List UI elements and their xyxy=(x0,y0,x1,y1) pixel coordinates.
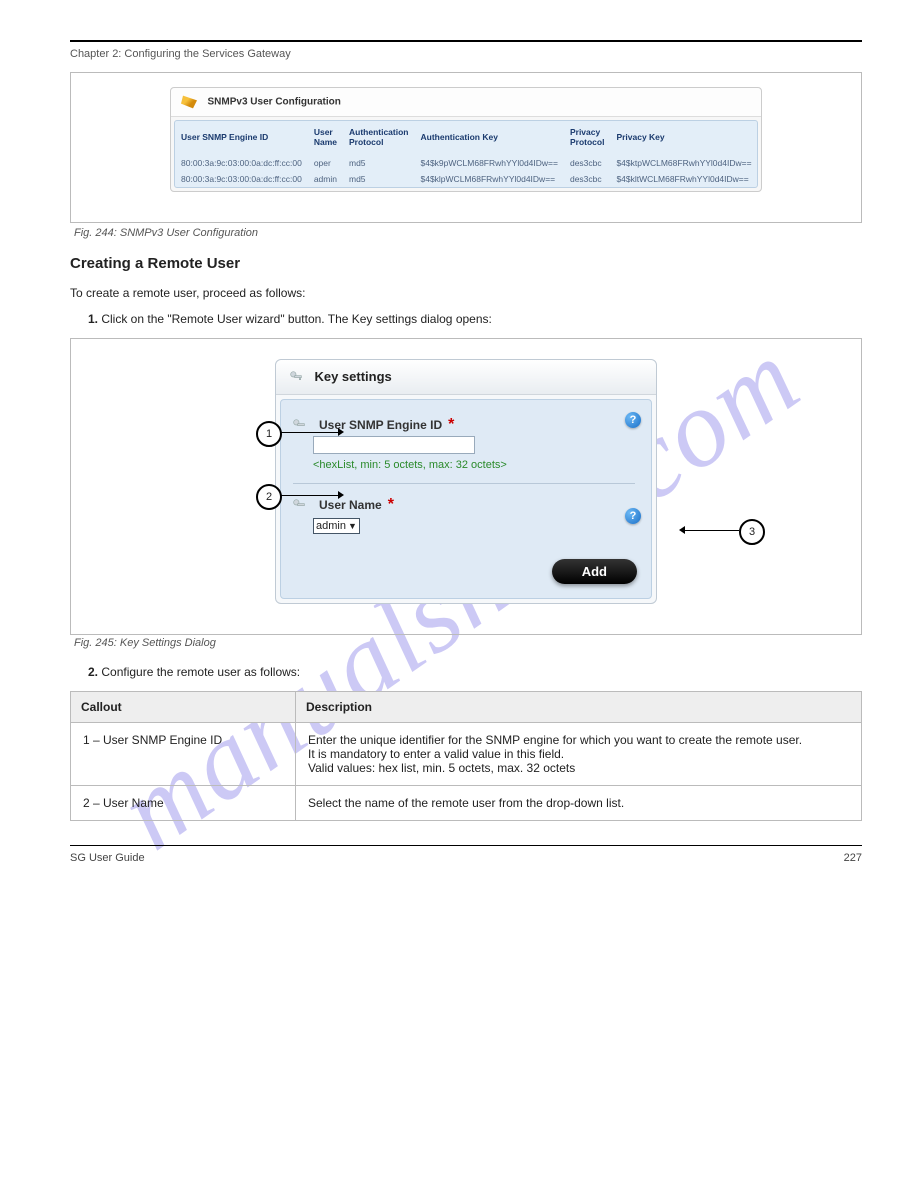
add-button[interactable]: Add xyxy=(552,559,637,584)
table-row: 1 – User SNMP Engine ID Enter the unique… xyxy=(71,722,862,785)
figure-2-frame: Key settings ? User SNMP Engine ID * <he xyxy=(70,338,862,635)
col-auth-key: Authentication Key xyxy=(414,121,563,155)
callout-1: 1 xyxy=(256,421,282,447)
chapter-header: Chapter 2: Configuring the Services Gate… xyxy=(70,48,862,60)
figure-1-frame: SNMPv3 User Configuration User SNMP Engi… xyxy=(70,72,862,223)
snmp-user-config-panel: SNMPv3 User Configuration User SNMP Engi… xyxy=(170,87,762,192)
header-rule xyxy=(70,40,862,42)
desc-num: 2 – User Name xyxy=(71,785,296,820)
step-2: 2. Configure the remote user as follows: xyxy=(88,663,862,681)
snmp-user-table: User SNMP Engine ID User Name Authentica… xyxy=(175,121,758,187)
callout-line xyxy=(280,495,338,497)
step-1: 1. Click on the "Remote User wizard" but… xyxy=(88,310,862,328)
arrow-right-icon xyxy=(338,428,344,436)
user-name-label: User Name xyxy=(319,498,382,512)
col-engine: User SNMP Engine ID xyxy=(175,121,308,155)
col-auth-proto: Authentication Protocol xyxy=(343,121,415,155)
col-callout: Callout xyxy=(71,691,296,722)
wrench-icon xyxy=(179,94,199,110)
desc-num: 1 – User SNMP Engine ID xyxy=(71,722,296,785)
key-icon xyxy=(288,368,304,386)
snmp-panel-title-text: SNMPv3 User Configuration xyxy=(208,96,341,107)
callout-line xyxy=(685,530,739,532)
col-description: Description xyxy=(296,691,862,722)
add-button-label: Add xyxy=(582,564,607,579)
callout-2: 2 xyxy=(256,484,282,510)
col-priv-key: Privacy Key xyxy=(610,121,757,155)
engine-id-input[interactable] xyxy=(313,436,475,454)
required-marker: * xyxy=(388,496,394,514)
callout-line xyxy=(280,432,338,434)
col-uname: User Name xyxy=(308,121,343,155)
footer-doc: SG User Guide xyxy=(70,852,145,864)
divider xyxy=(293,483,635,484)
desc-text: Enter the unique identifier for the SNMP… xyxy=(296,722,862,785)
engine-id-hint: <hexList, min: 5 octets, max: 32 octets> xyxy=(313,459,637,471)
user-name-select[interactable]: admin ▼ xyxy=(313,518,360,534)
user-name-value: admin xyxy=(316,520,346,532)
footer-page: 227 xyxy=(844,852,862,864)
footer: SG User Guide 227 xyxy=(70,852,862,864)
required-marker: * xyxy=(448,416,454,434)
key-icon xyxy=(291,496,307,514)
figure-1-caption: Fig. 244: SNMPv3 User Configuration xyxy=(74,227,862,239)
arrow-right-icon xyxy=(338,491,344,499)
table-row: 80:00:3a:9c:03:00:0a:dc:ff:cc:00 oper md… xyxy=(175,155,758,171)
callout-description-table: Callout Description 1 – User SNMP Engine… xyxy=(70,691,862,821)
key-settings-title: Key settings xyxy=(314,369,391,384)
key-settings-header: Key settings xyxy=(276,360,656,395)
snmp-panel-title: SNMPv3 User Configuration xyxy=(171,88,761,117)
table-row: 80:00:3a:9c:03:00:0a:dc:ff:cc:00 admin m… xyxy=(175,171,758,187)
chevron-down-icon: ▼ xyxy=(348,521,357,531)
section-intro: To create a remote user, proceed as foll… xyxy=(70,284,862,302)
help-icon[interactable]: ? xyxy=(625,508,641,524)
help-icon[interactable]: ? xyxy=(625,412,641,428)
desc-text: Select the name of the remote user from … xyxy=(296,785,862,820)
footer-rule xyxy=(70,845,862,846)
col-priv-proto: Privacy Protocol xyxy=(564,121,610,155)
key-settings-panel: Key settings ? User SNMP Engine ID * <he xyxy=(275,359,657,604)
figure-2-caption: Fig. 245: Key Settings Dialog xyxy=(74,637,862,649)
table-row: 2 – User Name Select the name of the rem… xyxy=(71,785,862,820)
callout-3: 3 xyxy=(739,519,765,545)
arrow-left-icon xyxy=(679,526,685,534)
section-heading: Creating a Remote User xyxy=(70,253,862,276)
